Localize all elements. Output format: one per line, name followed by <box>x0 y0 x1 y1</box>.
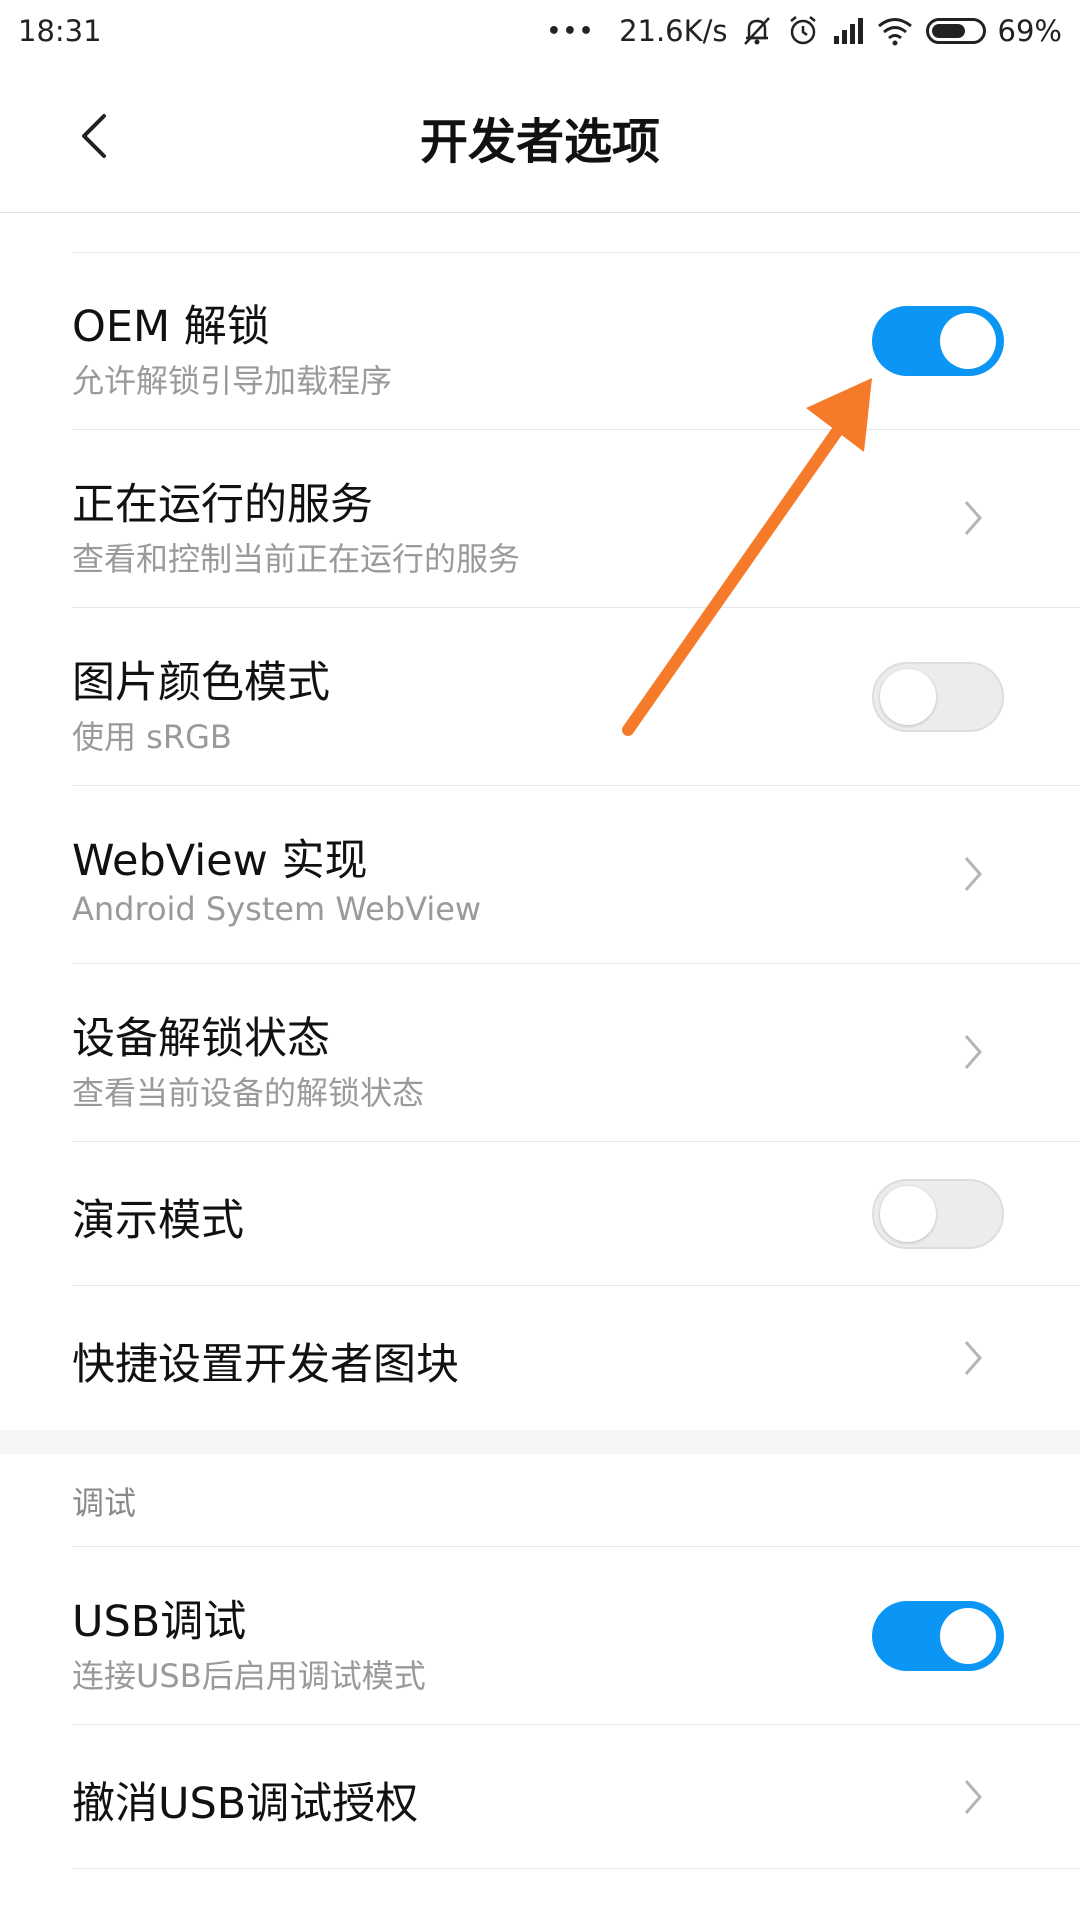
chevron-right-icon <box>964 1035 982 1069</box>
setting-title: 撤消USB调试授权 <box>72 1779 419 1829</box>
more-notifications-icon: ••• <box>546 18 596 44</box>
demo-mode-toggle[interactable] <box>872 1179 1004 1249</box>
settings-list: OEM 解锁 允许解锁引导加载程序 正在运行的服务 查看和控制当前正在运行的服务… <box>0 252 1080 1869</box>
section-header-debugging: 调试 <box>72 1454 1080 1547</box>
setting-title: WebView 实现 <box>72 836 368 886</box>
setting-subtitle: 查看当前设备的解锁状态 <box>72 1074 425 1112</box>
chevron-right-icon <box>964 1780 982 1814</box>
setting-subtitle: Android System WebView <box>72 890 482 928</box>
usb-debugging-toggle[interactable] <box>872 1601 1004 1671</box>
network-speed: 21.6K/s <box>619 14 728 48</box>
setting-title: 正在运行的服务 <box>72 480 373 530</box>
setting-title: USB调试 <box>72 1597 247 1647</box>
battery-percent: 69% <box>997 14 1062 48</box>
mute-icon <box>743 17 770 45</box>
color-mode-toggle[interactable] <box>872 662 1004 732</box>
setting-title: OEM 解锁 <box>72 302 270 352</box>
status-icons: ••• 21.6K/s 69% <box>547 14 1062 48</box>
toggle-knob <box>880 1186 936 1242</box>
setting-quick-settings-tiles[interactable]: 快捷设置开发者图块 <box>72 1286 1080 1430</box>
setting-usb-debugging[interactable]: USB调试 连接USB后启用调试模式 <box>72 1547 1080 1725</box>
setting-picture-color-mode[interactable]: 图片颜色模式 使用 sRGB <box>72 608 1080 786</box>
setting-subtitle: 连接USB后启用调试模式 <box>72 1657 426 1695</box>
chevron-right-icon <box>964 1341 982 1375</box>
setting-webview-implementation[interactable]: WebView 实现 Android System WebView <box>72 786 1080 964</box>
setting-title: 设备解锁状态 <box>72 1014 330 1064</box>
chevron-right-icon <box>964 857 982 891</box>
setting-running-services[interactable]: 正在运行的服务 查看和控制当前正在运行的服务 <box>72 430 1080 608</box>
wifi-icon <box>877 18 912 46</box>
chevron-right-icon <box>964 501 982 535</box>
toggle-knob <box>940 313 996 369</box>
alarm-icon <box>789 16 816 45</box>
toggle-knob <box>940 1608 996 1664</box>
status-bar: 18:31 ••• 21.6K/s 69% <box>0 0 1080 62</box>
page-title: 开发者选项 <box>419 114 660 170</box>
setting-subtitle: 使用 sRGB <box>72 718 232 756</box>
battery-icon <box>925 18 986 44</box>
setting-oem-unlock[interactable]: OEM 解锁 允许解锁引导加载程序 <box>72 252 1080 430</box>
setting-subtitle: 查看和控制当前正在运行的服务 <box>72 540 521 578</box>
setting-title: 图片颜色模式 <box>72 658 330 708</box>
oem-unlock-toggle[interactable] <box>872 306 1004 376</box>
app-header: 开发者选项 <box>0 62 1080 213</box>
section-label: 调试 <box>72 1484 137 1522</box>
setting-subtitle: 允许解锁引导加载程序 <box>72 362 393 400</box>
toggle-knob <box>880 669 936 725</box>
setting-revoke-usb-authorization[interactable]: 撤消USB调试授权 <box>72 1725 1080 1869</box>
setting-title: 演示模式 <box>72 1196 244 1246</box>
section-separator <box>0 1430 1080 1454</box>
setting-title: 快捷设置开发者图块 <box>72 1340 459 1390</box>
status-time: 18:31 <box>18 14 102 48</box>
setting-device-unlock-status[interactable]: 设备解锁状态 查看当前设备的解锁状态 <box>72 964 1080 1142</box>
setting-demo-mode[interactable]: 演示模式 <box>72 1142 1080 1286</box>
signal-icon <box>833 18 863 44</box>
